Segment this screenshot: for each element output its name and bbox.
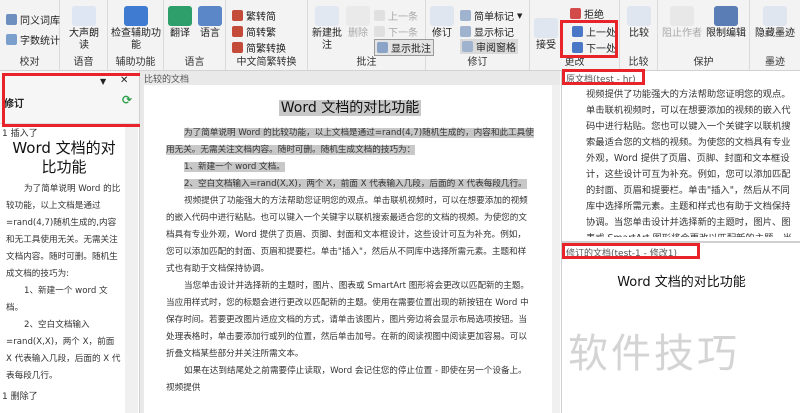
watermark-text: 软件技巧 — [568, 331, 740, 377]
markup-select[interactable]: 简单标记 ▼ — [460, 8, 522, 23]
next-comment-icon — [374, 26, 385, 37]
chevron-down-icon: ▼ — [517, 11, 523, 20]
accept-icon — [534, 18, 558, 38]
chinese-conversion-group: 繁转简 简转繁 简繁转换 中文简繁转换 — [226, 0, 308, 70]
compare-group-label: 比较 — [628, 57, 649, 68]
delete-comment-icon — [346, 6, 370, 26]
accessibility-group-label: 辅助功能 — [115, 57, 156, 68]
lock-icon — [714, 6, 738, 26]
language-group: 翻译 语言 语言 — [164, 0, 226, 70]
document-title-wrap: Word 文档的对比功能 — [166, 97, 534, 117]
read-aloud-icon — [72, 6, 96, 26]
word-count-icon — [6, 34, 17, 45]
ink-group-label: 墨迹 — [765, 57, 785, 68]
tracking-group-label: 修订 — [467, 57, 488, 68]
document-paragraph: 为了简单说明 Word 的比较功能，以上文档是通过=rand(4,7)随机生成的… — [166, 128, 534, 155]
review-pane-button[interactable]: 审阅窗格 — [460, 39, 518, 54]
delete-comment-button[interactable]: 删除 — [344, 6, 372, 40]
protect-group: 阻止作者 限制编辑 保护 — [658, 0, 750, 70]
compare-icon — [627, 6, 651, 26]
highlight-box-revisions — [2, 73, 148, 127]
track-changes-icon — [430, 6, 454, 26]
revised-document: 修订的文档(test-1 - 修改1) Word 文档的对比功能 软件技巧 — [562, 241, 800, 413]
proofing-group-label: 校对 — [19, 57, 40, 68]
reject-icon — [570, 8, 581, 19]
block-authors-button[interactable]: 阻止作者 — [660, 6, 704, 40]
document-title: Word 文档的对比功能 — [278, 100, 422, 116]
proofing-group: 同义词库 字数统计 校对 — [0, 0, 60, 70]
highlight-box-navigation — [560, 20, 618, 58]
show-comments-icon — [377, 42, 388, 53]
original-doc-text: 视频提供了功能强大的方法帮助您证明您的观点。单击联机视频时，可以在想要添加的视频… — [586, 89, 792, 237]
ribbon: 同义词库 字数统计 校对 大声朗读 语音 检查辅助功能 辅助功能 翻译 语言 语… — [0, 0, 800, 71]
revision-list-item: 2、空白文档输入=rand(X,X)，两个 X，前面 X 代表输入几段，后面的 … — [6, 320, 121, 381]
revision-item-insert[interactable]: 1 插入了 — [2, 126, 38, 139]
simp-to-trad-icon — [232, 26, 243, 37]
protect-group-label: 保护 — [693, 57, 714, 68]
check-accessibility-button[interactable]: 检查辅助功能 — [110, 6, 162, 52]
comments-group: 新建批注 删除 上一条 下一条 显示批注 批注 — [308, 0, 434, 70]
speech-group: 大声朗读 语音 — [60, 0, 108, 70]
document-paragraph: 如果在达到结尾处之前需要停止读取，Word 会记住您的停止位置 - 即使在另一个… — [166, 366, 527, 393]
highlight-box-revised — [562, 243, 700, 259]
thesaurus-button[interactable]: 同义词库 — [6, 12, 60, 27]
trad-to-simp-icon — [232, 10, 243, 21]
read-aloud-button[interactable]: 大声朗读 — [66, 6, 102, 52]
ink-icon — [763, 6, 787, 26]
language-icon — [198, 6, 222, 26]
show-markup-icon — [460, 26, 471, 37]
language-group-label: 语言 — [184, 57, 205, 68]
comments-group-label: 批注 — [356, 57, 377, 68]
hide-ink-button[interactable]: 隐藏墨迹 — [754, 6, 796, 40]
revised-doc-title: Word 文档的对比功能 — [617, 275, 746, 290]
accessibility-group: 检查辅助功能 辅助功能 — [108, 0, 164, 70]
simp-to-trad-button[interactable]: 简转繁 — [232, 24, 276, 39]
new-comment-button[interactable]: 新建批注 — [310, 6, 344, 52]
revision-item-delete[interactable]: 1 删除了 — [2, 389, 38, 402]
prev-comment-icon — [374, 10, 385, 21]
restrict-editing-button[interactable]: 限制编辑 — [704, 6, 748, 40]
chinese-conversion-group-label: 中文简繁转换 — [236, 57, 297, 68]
left-scrollbar[interactable] — [125, 126, 138, 413]
next-comment-button[interactable]: 下一条 — [374, 24, 418, 39]
document-paragraph: 1、新建一个 word 文档。 — [184, 162, 285, 172]
document-paragraph: 视频提供了功能强大的方法帮助您证明您的观点。单击联机视频时，可以在想要添加的视频… — [166, 196, 528, 274]
translate-button[interactable]: 翻译 — [166, 6, 194, 40]
accessibility-icon — [124, 6, 148, 26]
track-changes-button[interactable]: 修订 — [428, 6, 456, 40]
tracking-group: 修订 简单标记 ▼ 显示标记 审阅窗格 修订 — [426, 0, 530, 70]
prev-comment-button[interactable]: 上一条 — [374, 8, 418, 23]
document-page[interactable]: Word 文档的对比功能 为了简单说明 Word 的比较功能，以上文档是通过=r… — [144, 85, 554, 413]
new-comment-icon — [315, 6, 339, 26]
compared-document-area: 比较的文档 Word 文档的对比功能 为了简单说明 Word 的比较功能，以上文… — [140, 71, 560, 413]
conversion-icon — [232, 42, 243, 53]
main-scrollbar[interactable] — [552, 85, 560, 413]
reject-button[interactable]: 拒绝 — [570, 6, 604, 21]
language-button[interactable]: 语言 — [196, 6, 224, 40]
revision-content: Word 文档的对比功能 为了简单说明 Word 的比较功能，以上文档是通过 =… — [6, 139, 122, 385]
source-documents-pane: 原文档(test - hr) 视频提供了功能强大的方法帮助您证明您的观点。单击联… — [561, 71, 800, 413]
revision-text: 为了简单说明 Word 的比较功能，以上文档是通过 =rand(4,7)随机生成… — [6, 184, 121, 279]
thesaurus-icon — [6, 14, 17, 25]
compare-button[interactable]: 比较 — [624, 6, 654, 40]
speech-group-label: 语音 — [73, 57, 94, 68]
ink-group: 隐藏墨迹 墨迹 — [750, 0, 800, 70]
review-pane-icon — [462, 41, 473, 52]
accept-button[interactable]: 接受 — [532, 18, 560, 52]
trad-to-simp-button[interactable]: 繁转简 — [232, 8, 276, 23]
highlight-box-original — [562, 69, 645, 85]
compared-doc-label: 比较的文档 — [144, 75, 190, 85]
original-document: 原文档(test - hr) 视频提供了功能强大的方法帮助您证明您的观点。单击联… — [562, 71, 800, 241]
document-body: Word 文档的对比功能 为了简单说明 Word 的比较功能，以上文档是通过=r… — [144, 85, 554, 397]
markup-icon — [460, 10, 471, 21]
translate-icon — [168, 6, 192, 26]
revision-heading: Word 文档的对比功能 — [12, 139, 116, 176]
compare-group: 比较 比较 — [620, 0, 658, 70]
document-paragraph: 当您单击设计并选择新的主题时，图片、图表或 SmartArt 图形将会更改以匹配… — [166, 281, 530, 359]
document-paragraph: 2、空白文档输入=rand(X,X)，两个 X，前面 X 代表输入几段，后面的 … — [184, 179, 527, 189]
word-count-button[interactable]: 字数统计 — [6, 32, 60, 47]
revision-list-item: 1、新建一个 word 文档。 — [6, 286, 108, 313]
block-authors-icon — [670, 6, 694, 26]
show-markup-button[interactable]: 显示标记 — [460, 24, 514, 39]
